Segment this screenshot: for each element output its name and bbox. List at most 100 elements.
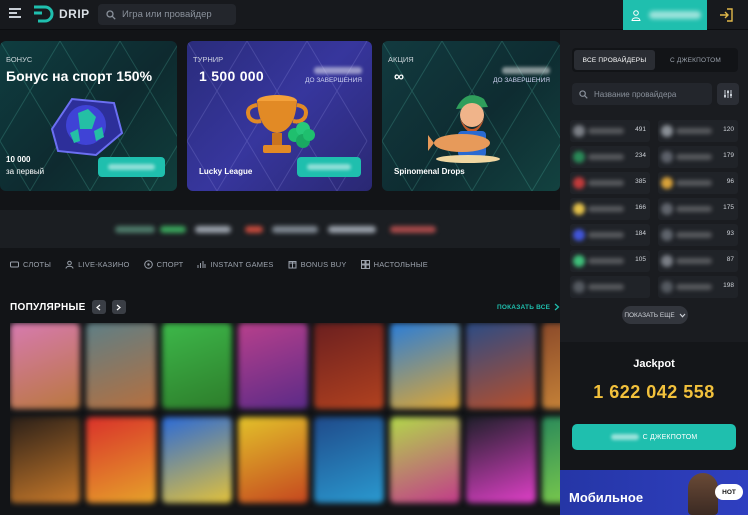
game-tile[interactable]	[10, 323, 80, 409]
jackpot-amount: 1 622 042 558	[593, 382, 715, 402]
provider-logo-icon	[573, 151, 585, 163]
tab-sport[interactable]: СПОРТ	[143, 260, 184, 269]
game-tile[interactable]	[238, 323, 308, 409]
game-tile[interactable]	[162, 323, 232, 409]
game-tile[interactable]	[10, 417, 80, 503]
game-tile[interactable]	[238, 417, 308, 503]
provider-game-count: 105	[635, 256, 646, 263]
banner-bonus[interactable]: БОНУС Бонус на спорт 150% 10 000 за перв…	[0, 41, 177, 191]
logo[interactable]: DRIP	[33, 5, 90, 23]
provider-item[interactable]: 184	[570, 224, 650, 246]
provider-search-input[interactable]	[594, 89, 709, 99]
tab-slots[interactable]: СЛОТЫ	[10, 260, 51, 269]
banner-title: Бонус на спорт 150%	[6, 68, 153, 84]
provider-game-count: 198	[723, 282, 734, 289]
jackpot-games-button[interactable]: С ДЖЕКПОТОМ	[572, 424, 736, 450]
jackpot-title: Jackpot	[633, 358, 675, 370]
logo-text: DRIP	[59, 7, 90, 21]
provider-item[interactable]: 491	[570, 120, 650, 142]
filter-button[interactable]	[717, 83, 739, 105]
tab-instant-games[interactable]: INSTANT GAMES	[197, 260, 273, 269]
user-account-button[interactable]	[623, 0, 707, 30]
provider-tabs: ВСЕ ПРОВАЙДЕРЫ С ДЖЕКПОТОМ	[572, 48, 738, 72]
mobile-app-banner[interactable]: Мобильное HOT	[560, 470, 748, 515]
show-all-link[interactable]: ПОКАЗАТЬ ВСЕ	[497, 303, 560, 311]
promo-banners: БОНУС Бонус на спорт 150% 10 000 за перв…	[0, 41, 560, 191]
tab-all-providers[interactable]: ВСЕ ПРОВАЙДЕРЫ	[574, 50, 655, 70]
tournament-name: Lucky League	[199, 167, 253, 176]
provider-logo[interactable]	[195, 226, 231, 233]
promo-value: ∞	[394, 68, 404, 84]
game-tile[interactable]	[314, 417, 384, 503]
provider-logo-icon	[573, 203, 585, 215]
provider-item[interactable]: 234	[570, 146, 650, 168]
game-tile[interactable]	[86, 323, 156, 409]
tab-bonus-buy[interactable]: BONUS BUY	[288, 260, 347, 269]
provider-logo-icon	[661, 151, 673, 163]
next-button[interactable]	[111, 300, 126, 314]
tab-live-casino[interactable]: LIVE-КАЗИНО	[65, 260, 129, 269]
provider-game-count: 175	[723, 204, 734, 211]
provider-logo-icon	[573, 229, 585, 241]
provider-logo-icon	[661, 281, 673, 293]
hot-badge: HOT	[715, 484, 743, 500]
provider-search-box[interactable]	[572, 83, 712, 105]
provider-name-blurred	[588, 206, 624, 212]
live-casino-icon	[65, 260, 74, 269]
provider-item[interactable]: 166	[570, 198, 650, 220]
provider-logo[interactable]	[272, 226, 318, 233]
chevron-left-icon	[96, 304, 101, 310]
provider-logo[interactable]	[245, 226, 263, 233]
menu-icon[interactable]	[9, 8, 21, 20]
slots-icon	[10, 261, 19, 268]
game-tile[interactable]	[390, 417, 460, 503]
person-image	[688, 473, 718, 515]
game-tile[interactable]	[162, 417, 232, 503]
provider-logo[interactable]	[390, 226, 436, 233]
provider-logo[interactable]	[160, 226, 186, 233]
show-more-button[interactable]: ПОКАЗАТЬ ЕЩЕ	[622, 306, 688, 324]
provider-item[interactable]: 385	[570, 172, 650, 194]
popular-header: ПОПУЛЯРНЫЕ	[10, 300, 126, 314]
provider-name-blurred	[676, 206, 712, 212]
game-tile[interactable]	[542, 323, 560, 409]
game-tile[interactable]	[542, 417, 560, 503]
filter-icon	[724, 90, 732, 98]
provider-item[interactable]: 179	[658, 146, 738, 168]
provider-item[interactable]: 105	[570, 250, 650, 272]
game-tile[interactable]	[466, 323, 536, 409]
banner-tournament[interactable]: ТУРНИР 1 500 000 ДО ЗАВЕРШЕНИЯ Lucky Lea…	[187, 41, 372, 191]
provider-logo[interactable]	[115, 226, 155, 233]
table-games-icon	[360, 260, 370, 269]
provider-logo[interactable]	[328, 226, 376, 233]
provider-item[interactable]: 93	[658, 224, 738, 246]
provider-item[interactable]: 198	[658, 276, 738, 298]
provider-game-count: 120	[723, 126, 734, 133]
banner-tournament-cta-button[interactable]	[297, 157, 361, 177]
provider-logo-icon	[573, 125, 585, 137]
provider-item[interactable]: 175	[658, 198, 738, 220]
provider-item[interactable]: 96	[658, 172, 738, 194]
tab-table-games[interactable]: НАСТОЛЬНЫЕ	[360, 260, 428, 269]
search-input[interactable]	[122, 9, 234, 20]
provider-logo-icon	[661, 255, 673, 267]
game-tile[interactable]	[314, 323, 384, 409]
game-tile[interactable]	[390, 323, 460, 409]
banner-promo[interactable]: АКЦИЯ ∞ ДО ЗАВЕРШЕНИЯ Spinomenal Drops	[382, 41, 560, 191]
logout-icon[interactable]	[717, 6, 735, 24]
tournament-prize: 1 500 000	[199, 68, 264, 84]
search-icon	[579, 89, 588, 99]
search-box[interactable]	[98, 4, 236, 25]
provider-item[interactable]	[570, 276, 650, 298]
tab-jackpot-providers[interactable]: С ДЖЕКПОТОМ	[655, 50, 736, 70]
prev-button[interactable]	[91, 300, 106, 314]
provider-logo-strip	[0, 210, 560, 248]
provider-name-blurred	[676, 258, 712, 264]
provider-item[interactable]: 120	[658, 120, 738, 142]
game-tile[interactable]	[86, 417, 156, 503]
banner-bonus-cta-button[interactable]	[98, 157, 165, 177]
game-tile[interactable]	[466, 417, 536, 503]
provider-item[interactable]: 87	[658, 250, 738, 272]
mobile-banner-title: Мобильное	[569, 490, 644, 505]
provider-name-blurred	[588, 284, 624, 290]
